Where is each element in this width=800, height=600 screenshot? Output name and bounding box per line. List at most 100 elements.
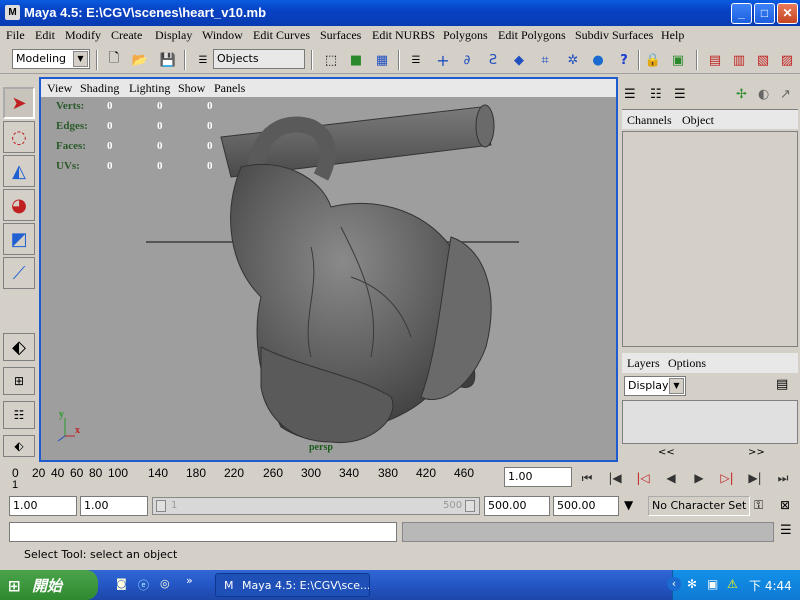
menu-create[interactable]: Create bbox=[111, 28, 142, 43]
viewport-menu-view[interactable]: View bbox=[47, 81, 72, 96]
end-time-field[interactable]: 500.00 bbox=[553, 496, 619, 516]
go-to-start-icon[interactable]: ⏮ bbox=[576, 467, 598, 489]
channel-layer-view-icon[interactable]: ☰ bbox=[674, 87, 686, 102]
component-mode-icon[interactable]: ▦ bbox=[372, 50, 392, 70]
make-live-icon[interactable]: ⌗ bbox=[535, 50, 555, 70]
channel-box-icon[interactable]: ▧ bbox=[753, 50, 773, 70]
quicklaunch-media-icon[interactable]: ◎ bbox=[160, 577, 170, 590]
chevron-down-icon[interactable]: ▼ bbox=[669, 378, 684, 394]
viewport-menu-shading[interactable]: Shading bbox=[80, 81, 119, 96]
menu-polygons[interactable]: Polygons bbox=[443, 28, 488, 43]
save-scene-icon[interactable]: 💾 bbox=[158, 50, 178, 70]
layer-editor-icon[interactable]: ▨ bbox=[777, 50, 797, 70]
open-scene-icon[interactable]: 📂 bbox=[130, 50, 150, 70]
range-slider-right-handle[interactable] bbox=[465, 500, 475, 512]
play-backwards-icon[interactable]: ◀ bbox=[660, 467, 682, 489]
selection-mask-icon[interactable]: ☰ bbox=[406, 50, 426, 70]
viewport-menu-show[interactable]: Show bbox=[178, 81, 205, 96]
current-time-field[interactable]: 1.00 bbox=[504, 467, 572, 487]
menu-edit[interactable]: Edit bbox=[35, 28, 55, 43]
menu-display[interactable]: Display bbox=[155, 28, 192, 43]
lasso-tool-icon[interactable]: ◌ bbox=[3, 121, 35, 153]
key-icon[interactable]: ⚿ bbox=[754, 498, 763, 513]
object-mode-icon[interactable]: ■ bbox=[346, 50, 366, 70]
go-to-end-icon[interactable]: ⏭ bbox=[772, 467, 794, 489]
select-tool-icon[interactable]: ➤ bbox=[3, 87, 35, 119]
scroll-left-button[interactable]: << bbox=[658, 447, 675, 458]
step-back-key-icon[interactable]: |◀ bbox=[604, 467, 626, 489]
heart-model[interactable] bbox=[41, 97, 616, 460]
pick-tool-icon[interactable]: ↗ bbox=[780, 87, 791, 102]
close-button[interactable]: ✕ bbox=[777, 3, 798, 24]
persp-graph-layout-icon[interactable]: ⬖ bbox=[3, 435, 35, 457]
selection-mask-icon[interactable]: ☰ bbox=[193, 50, 213, 70]
mode-selector[interactable]: Modeling ▼ bbox=[12, 49, 90, 69]
channel-attr-view-icon[interactable]: ☷ bbox=[650, 87, 662, 102]
channel-box-view-icon[interactable]: ☰ bbox=[624, 87, 636, 102]
snap-view-plane-icon[interactable]: ◆ bbox=[509, 50, 529, 70]
layer-display-selector[interactable]: Display ▼ bbox=[624, 376, 686, 396]
menu-edit-polygons[interactable]: Edit Polygons bbox=[498, 28, 566, 43]
four-view-layout-icon[interactable]: ⊞ bbox=[3, 367, 35, 395]
selection-mode-field[interactable]: Objects bbox=[213, 49, 305, 69]
range-slider-left-handle[interactable] bbox=[156, 500, 166, 512]
tab-object[interactable]: Object bbox=[682, 113, 714, 128]
move-tool-icon[interactable]: ◭ bbox=[3, 155, 35, 187]
snap-point-icon[interactable]: Ƨ bbox=[483, 50, 503, 70]
history-icon[interactable]: ✲ bbox=[563, 50, 583, 70]
step-forward-key-icon[interactable]: ▶| bbox=[744, 467, 766, 489]
manipulator-tool-icon[interactable]: ⟋ bbox=[3, 257, 35, 289]
tool-settings-icon[interactable]: ▥ bbox=[729, 50, 749, 70]
step-back-frame-icon[interactable]: |◁ bbox=[632, 467, 654, 489]
playback-end-field[interactable]: 500.00 bbox=[484, 496, 550, 516]
attribute-editor-icon[interactable]: ▤ bbox=[705, 50, 725, 70]
viewport-menu-lighting[interactable]: Lighting bbox=[129, 81, 170, 96]
rotate-tool-icon[interactable]: ◕ bbox=[3, 189, 35, 221]
single-perspective-layout-icon[interactable]: ⬖ bbox=[3, 333, 35, 361]
start-button[interactable]: ⊞ 開始 bbox=[0, 570, 98, 600]
time-ruler[interactable]: 0 20 40 60 80 100 140 180 220 260 300 34… bbox=[9, 464, 494, 492]
playback-start-field[interactable]: 1.00 bbox=[80, 496, 148, 516]
scroll-right-button[interactable]: >> bbox=[748, 447, 765, 458]
tab-options[interactable]: Options bbox=[668, 356, 706, 371]
maximize-button[interactable]: □ bbox=[754, 3, 775, 24]
menu-edit-curves[interactable]: Edit Curves bbox=[253, 28, 310, 43]
new-layer-icon[interactable]: ▤ bbox=[776, 377, 788, 392]
quicklaunch-more-button[interactable]: » bbox=[186, 574, 193, 587]
snap-grid-icon[interactable]: + bbox=[433, 50, 453, 70]
channel-box-area[interactable] bbox=[622, 131, 798, 347]
internet-explorer-icon[interactable]: ⓔ bbox=[138, 577, 149, 593]
taskbar-item-maya[interactable]: M Maya 4.5: E:\CGV\sce... bbox=[215, 573, 370, 597]
chevron-down-icon[interactable]: ▼ bbox=[624, 498, 633, 512]
menu-window[interactable]: Window bbox=[202, 28, 243, 43]
menu-subdiv-surfaces[interactable]: Subdiv Surfaces bbox=[575, 28, 653, 43]
viewport-menu-panels[interactable]: Panels bbox=[214, 81, 245, 96]
snap-curve-icon[interactable]: ∂ bbox=[457, 50, 477, 70]
menu-file[interactable]: File bbox=[6, 28, 25, 43]
tray-expand-icon[interactable]: ‹ bbox=[667, 577, 681, 591]
mel-command-input[interactable] bbox=[9, 522, 397, 542]
hierarchy-mode-icon[interactable]: ⬚ bbox=[321, 50, 341, 70]
quicklaunch-app-icon[interactable]: ◙ bbox=[116, 577, 127, 590]
tray-warning-icon[interactable]: ⚠ bbox=[727, 577, 738, 591]
tray-display-icon[interactable]: ▣ bbox=[707, 577, 718, 591]
current-time-marker[interactable]: 1 bbox=[12, 479, 18, 491]
help-icon[interactable]: ? bbox=[614, 50, 634, 70]
minimize-button[interactable]: _ bbox=[731, 3, 752, 24]
script-editor-icon[interactable]: ☰ bbox=[780, 523, 792, 538]
menu-modify[interactable]: Modify bbox=[65, 28, 101, 43]
axes-toggle-icon[interactable]: ✢ bbox=[736, 87, 747, 102]
range-slider[interactable]: 1 500 bbox=[152, 497, 480, 515]
chevron-down-icon[interactable]: ▼ bbox=[73, 51, 88, 67]
scale-tool-icon[interactable]: ◩ bbox=[3, 223, 35, 255]
construction-history-icon[interactable]: ▣ bbox=[668, 50, 688, 70]
render-icon[interactable]: ● bbox=[588, 50, 608, 70]
layer-list[interactable] bbox=[622, 400, 798, 444]
tray-network-icon[interactable]: ✻ bbox=[687, 577, 697, 591]
step-forward-frame-icon[interactable]: ▷| bbox=[716, 467, 738, 489]
perspective-viewport[interactable]: View Shading Lighting Show Panels Verts:… bbox=[39, 77, 618, 462]
menu-surfaces[interactable]: Surfaces bbox=[320, 28, 361, 43]
lock-icon[interactable]: 🔒 bbox=[643, 50, 663, 70]
shading-toggle-icon[interactable]: ◐ bbox=[758, 87, 769, 102]
menu-edit-nurbs[interactable]: Edit NURBS bbox=[372, 28, 435, 43]
